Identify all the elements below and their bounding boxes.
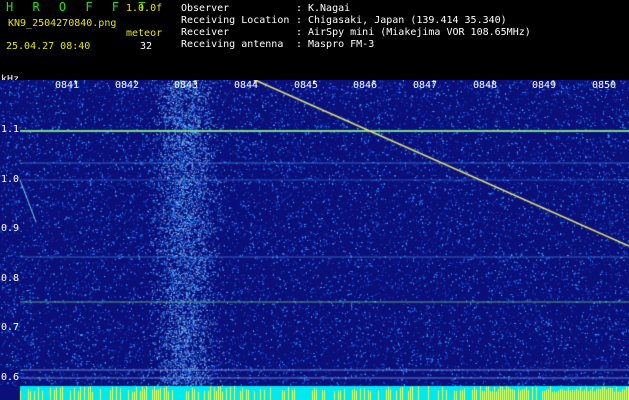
y-tick-label: 1.0 bbox=[1, 174, 20, 185]
y-tick-label: 0.7 bbox=[1, 322, 20, 333]
meteor-label: meteor bbox=[126, 28, 163, 39]
separator: : bbox=[296, 3, 303, 14]
y-tick-label: 0.6 bbox=[1, 372, 20, 383]
time-tick-label: 0849 bbox=[532, 80, 557, 91]
location-label: Receiving Location bbox=[181, 15, 290, 26]
version-label: 1.0.0f bbox=[126, 3, 163, 14]
time-tick-label: 0850 bbox=[592, 80, 617, 91]
y-tick-label: 0.8 bbox=[1, 273, 20, 284]
receiver-value: AirSpy mini (Miakejima VOR 108.65MHz) bbox=[308, 27, 531, 38]
time-tick-label: 0841 bbox=[55, 80, 80, 91]
observer-value: K.Nagai bbox=[308, 3, 351, 14]
location-value: Chigasaki, Japan (139.414 35.340) bbox=[308, 15, 507, 26]
separator: : bbox=[296, 39, 303, 50]
time-tick-label: 0845 bbox=[294, 80, 319, 91]
y-tick-label: 0.9 bbox=[1, 223, 20, 234]
y-tick-label: 1.1 bbox=[1, 124, 20, 135]
antenna-label: Receiving antenna bbox=[181, 39, 284, 50]
time-tick-label: 0843 bbox=[174, 80, 199, 91]
antenna-value: Maspro FM-3 bbox=[308, 39, 375, 50]
meteor-count: 32 bbox=[140, 41, 153, 52]
separator: : bbox=[296, 15, 303, 26]
date-time: 25.04.27 08:40 bbox=[6, 41, 91, 52]
spectrogram bbox=[0, 80, 629, 400]
time-tick-label: 0844 bbox=[234, 80, 259, 91]
receiver-label: Receiver bbox=[181, 27, 230, 38]
time-tick-label: 0847 bbox=[413, 80, 438, 91]
separator: : bbox=[296, 27, 303, 38]
file-name: KN9_2504270840.png bbox=[8, 18, 117, 29]
time-tick-label: 0842 bbox=[115, 80, 140, 91]
observer-label: Observer bbox=[181, 3, 230, 14]
time-tick-label: 0846 bbox=[353, 80, 378, 91]
time-tick-label: 0848 bbox=[473, 80, 498, 91]
